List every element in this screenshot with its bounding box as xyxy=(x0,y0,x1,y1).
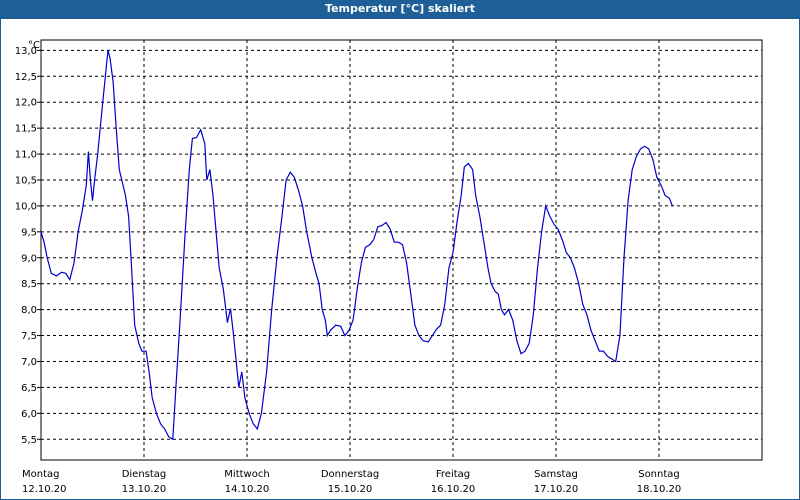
x-tick-date-label: 15.10.20 xyxy=(328,484,373,495)
y-tick-label: 10,0 xyxy=(15,201,37,212)
y-tick-label: 7,0 xyxy=(21,357,37,368)
y-tick-label: 11,0 xyxy=(15,150,37,161)
y-tick-label: 11,5 xyxy=(15,124,37,135)
y-tick-label: 7,5 xyxy=(21,331,37,342)
x-tick-day-label: Samstag xyxy=(534,469,578,480)
x-tick-date-label: 16.10.20 xyxy=(431,484,476,495)
x-tick-day-label: Mittwoch xyxy=(224,469,269,480)
x-tick-date-label: 12.10.20 xyxy=(22,484,67,495)
x-tick-date-label: 18.10.20 xyxy=(637,484,682,495)
y-tick-label: 12,0 xyxy=(15,98,37,109)
x-tick-day-label: Freitag xyxy=(436,469,470,480)
temperature-chart: °C 5,56,06,57,07,58,08,59,09,510,010,511… xyxy=(15,39,763,495)
x-tick-date-label: 17.10.20 xyxy=(534,484,579,495)
x-tick-day-label: Donnerstag xyxy=(321,469,379,480)
x-tick-date-label: 14.10.20 xyxy=(225,484,270,495)
y-tick-label: 6,0 xyxy=(21,409,37,420)
y-tick-label: 9,0 xyxy=(21,253,37,264)
y-tick-label: 10,5 xyxy=(15,176,37,187)
y-tick-label: 8,0 xyxy=(21,305,37,316)
x-tick-day-label: Sonntag xyxy=(638,469,680,480)
x-tick-date-label: 13.10.20 xyxy=(122,484,167,495)
y-tick-label: 9,5 xyxy=(21,227,37,238)
y-tick-label: 5,5 xyxy=(21,435,37,446)
x-tick-day-label: Montag xyxy=(22,469,59,480)
y-tick-label: 6,5 xyxy=(21,383,37,394)
plot-area xyxy=(40,39,763,461)
y-tick-label: 8,5 xyxy=(21,279,37,290)
x-tick-day-label: Dienstag xyxy=(122,469,167,480)
y-tick-label: 13,0 xyxy=(15,46,37,57)
y-tick-label: 12,5 xyxy=(15,72,37,83)
